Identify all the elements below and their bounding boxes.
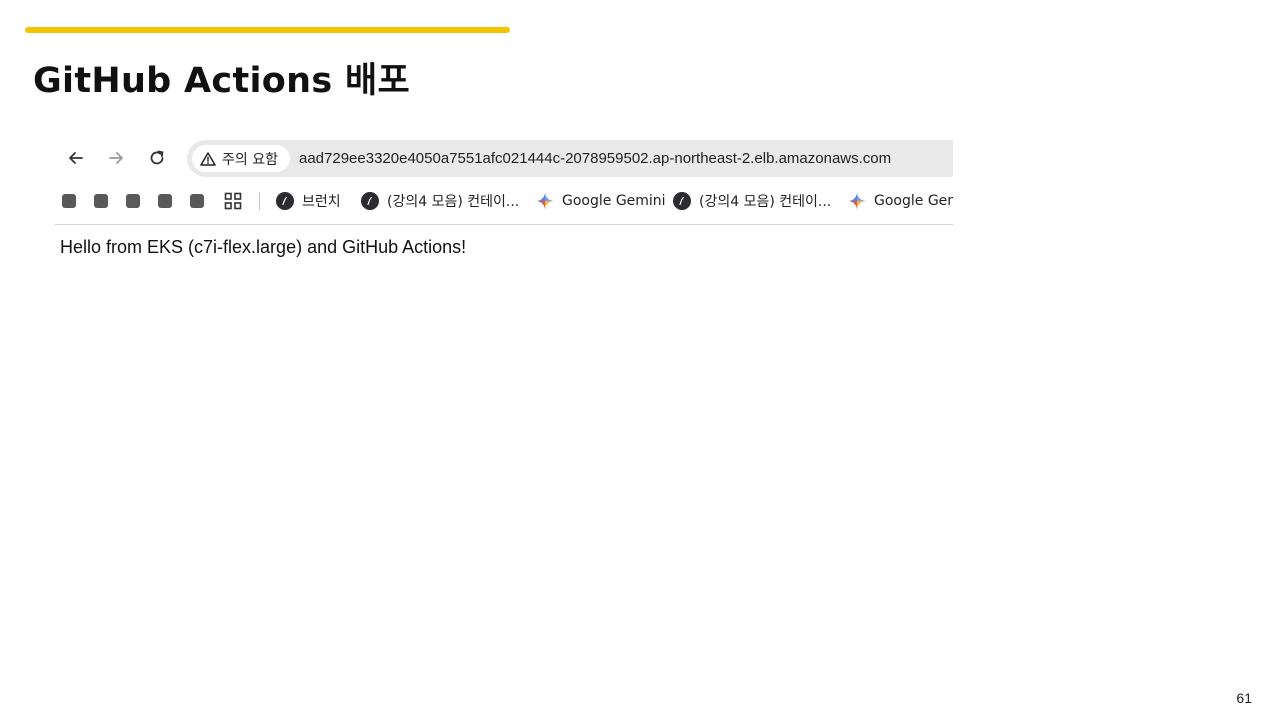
arrow-left-icon [69,152,83,164]
security-chip[interactable]: 주의 요함 [192,145,290,172]
bookmark-item[interactable]: (강의4 모음) 컨테이... [673,190,831,212]
bookmark-favicon[interactable] [126,194,140,208]
slide-title: GitHub Actions 배포 [33,61,410,101]
bookmark-favicon[interactable] [158,194,172,208]
bookmark-label: Google Gem [874,193,953,209]
dark-circle-icon [673,192,691,210]
bookmark-item[interactable]: Google Gem [848,190,953,212]
bookmark-label: (강의4 모음) 컨테이... [699,194,832,210]
bookmark-item[interactable]: Google Gemini [536,190,666,212]
url-text[interactable]: aad729ee3320e4050a7551afc021444c-2078959… [299,150,891,167]
page-number: 61 [1236,690,1252,706]
browser-screenshot: 주의 요함 aad729ee3320e4050a7551afc021444c-2… [55,133,953,273]
bookmark-favicon[interactable] [62,194,76,208]
gemini-sparkle-icon [537,193,553,209]
toolbar-divider [55,224,953,225]
apps-grid-icon [224,192,242,210]
bookmark-label: Google Gemini [562,193,666,209]
bookmark-item[interactable]: 브런치 [276,190,341,212]
dark-circle-icon [361,192,379,210]
title-accent-bar [25,27,510,33]
reload-icon [150,150,164,165]
warning-triangle-icon [200,151,216,166]
bookmark-label: (강의4 모음) 컨테이... [387,194,520,210]
bookmark-favicon[interactable] [94,194,108,208]
browser-toolbar: 주의 요함 aad729ee3320e4050a7551afc021444c-2… [55,133,953,183]
bookmark-item[interactable]: (강의4 모음) 컨테이... [361,190,519,212]
page-body-text: Hello from EKS (c7i-flex.large) and GitH… [60,237,467,257]
gemini-sparkle-icon [849,193,865,209]
arrow-right-icon [109,152,123,164]
address-bar[interactable]: 주의 요함 aad729ee3320e4050a7551afc021444c-2… [187,140,953,177]
bookmark-separator [259,192,260,210]
bookmark-favicon[interactable] [190,194,204,208]
apps-button[interactable] [224,190,242,212]
bookmark-label: 브런치 [302,194,341,210]
forward-button[interactable] [105,147,127,169]
back-button[interactable] [65,147,87,169]
reload-button[interactable] [146,147,168,169]
dark-circle-icon [276,192,294,210]
security-chip-label: 주의 요함 [222,151,278,168]
